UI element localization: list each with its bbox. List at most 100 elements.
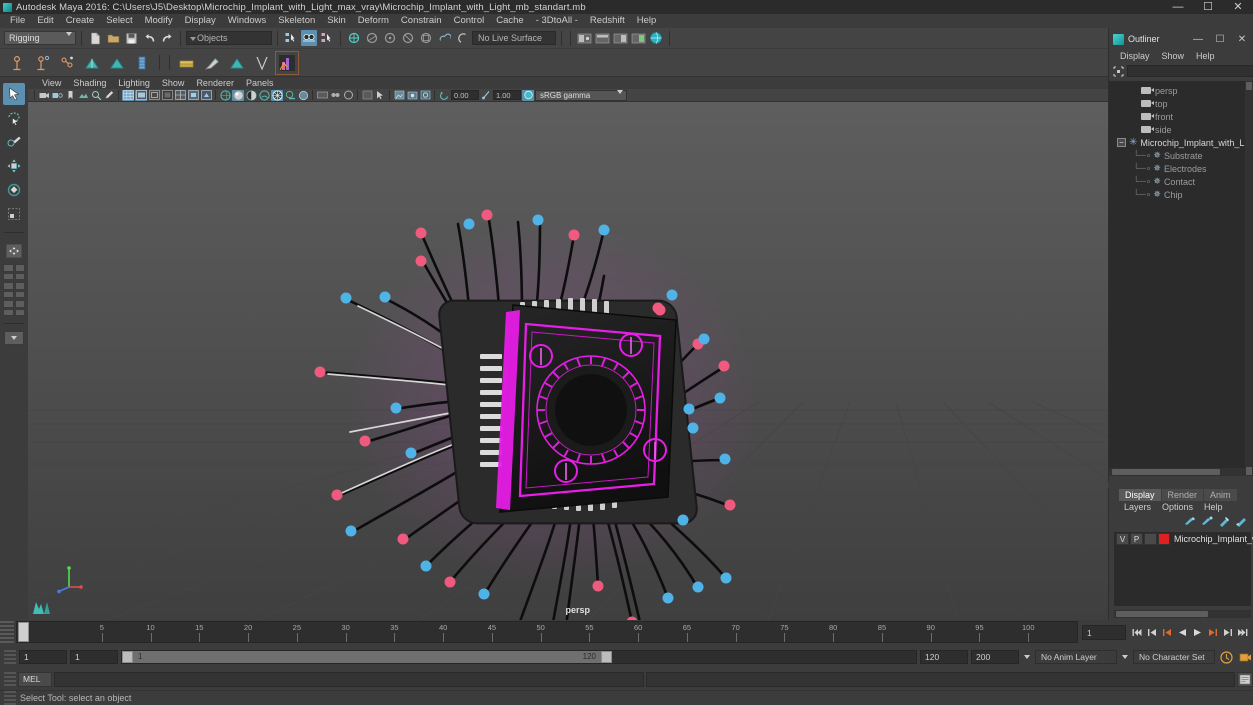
minimize-button[interactable]: — bbox=[1163, 0, 1193, 14]
script-editor-button[interactable] bbox=[1237, 671, 1253, 687]
menu-3dtoall[interactable]: - 3DtoAll - bbox=[530, 14, 584, 28]
outliner-item-side[interactable]: side bbox=[1109, 123, 1246, 136]
menu-modify[interactable]: Modify bbox=[139, 14, 179, 28]
menu-skin[interactable]: Skin bbox=[321, 14, 351, 28]
command-language-selector[interactable]: MEL bbox=[18, 671, 52, 687]
select-by-component-type-icon[interactable] bbox=[319, 30, 335, 46]
outliner-menu-show[interactable]: Show bbox=[1157, 50, 1190, 63]
range-slider-bar[interactable]: 1 120 bbox=[121, 650, 917, 664]
menu-deform[interactable]: Deform bbox=[352, 14, 395, 28]
viewport-menu-lighting[interactable]: Lighting bbox=[112, 77, 156, 89]
two-d-pan-zoom-icon[interactable] bbox=[90, 90, 102, 101]
panel-divider-icon[interactable] bbox=[361, 90, 373, 101]
outliner-filter-icon[interactable] bbox=[1112, 65, 1124, 77]
tab-render[interactable]: Render bbox=[1161, 489, 1204, 501]
playback-start-time-field[interactable]: 1 bbox=[70, 650, 118, 664]
last-tool-used-icon[interactable] bbox=[3, 240, 25, 262]
screen-space-ao-icon[interactable] bbox=[297, 90, 309, 101]
move-layer-up-icon[interactable] bbox=[1218, 516, 1230, 527]
outliner-item-substrate[interactable]: └─∘ ✵ Substrate bbox=[1109, 149, 1246, 162]
layout-quad-buttons[interactable] bbox=[3, 264, 25, 280]
toggle-resolution-gate-icon[interactable] bbox=[148, 90, 160, 101]
toggle-grid-icon[interactable] bbox=[122, 89, 134, 101]
outliner-item-top[interactable]: top bbox=[1109, 97, 1246, 110]
redo-icon[interactable] bbox=[159, 30, 175, 46]
image-based-lighting-icon[interactable] bbox=[393, 90, 405, 101]
outliner-maximize-button[interactable]: ☐ bbox=[1209, 29, 1231, 49]
scroll-down-arrow[interactable] bbox=[1246, 467, 1252, 475]
magnet-snap-icon[interactable] bbox=[454, 30, 470, 46]
viewport-menu-panels[interactable]: Panels bbox=[240, 77, 280, 89]
time-slider-grip[interactable] bbox=[0, 621, 14, 643]
layer-list[interactable]: V P Microchip_Implant_wit bbox=[1114, 532, 1253, 606]
outliner-item-front[interactable]: front bbox=[1109, 110, 1246, 123]
layout-preset-node-editor[interactable] bbox=[14, 300, 25, 308]
snap-to-curve-icon[interactable] bbox=[364, 30, 380, 46]
viewport-menu-view[interactable]: View bbox=[36, 77, 67, 89]
viewport-menu-show[interactable]: Show bbox=[156, 77, 191, 89]
outliner-menu-display[interactable]: Display bbox=[1115, 50, 1155, 63]
shadows-icon[interactable] bbox=[284, 90, 296, 101]
selection-mode-field[interactable]: Objects bbox=[186, 31, 272, 45]
viewport-snapshot-icon[interactable] bbox=[406, 90, 418, 101]
layout-preset-hypershade[interactable] bbox=[3, 290, 14, 298]
outliner-item-contact[interactable]: └─∘ ✵ Contact bbox=[1109, 175, 1246, 188]
layout-single-pane-button[interactable] bbox=[3, 264, 14, 272]
outliner-item-electrodes[interactable]: └─∘ ✵ Electrodes bbox=[1109, 162, 1246, 175]
layer-playback-toggle[interactable]: P bbox=[1130, 533, 1143, 545]
layout-two-pane-button[interactable] bbox=[14, 264, 25, 272]
layout-four-pane-button[interactable] bbox=[3, 272, 14, 280]
blend-shape-icon[interactable] bbox=[176, 52, 198, 74]
new-scene-icon[interactable] bbox=[87, 30, 103, 46]
undo-icon[interactable] bbox=[141, 30, 157, 46]
step-forward-key-icon[interactable] bbox=[1221, 625, 1234, 639]
current-frame-field[interactable]: 1 bbox=[1082, 624, 1126, 640]
image-plane-icon[interactable] bbox=[77, 90, 89, 101]
outliner-menu-help[interactable]: Help bbox=[1191, 50, 1220, 63]
scale-tool-icon[interactable] bbox=[3, 203, 25, 225]
step-back-frame-icon[interactable] bbox=[1161, 625, 1174, 639]
rigid-bind-icon[interactable] bbox=[106, 52, 128, 74]
use-all-lights-icon[interactable] bbox=[271, 89, 283, 101]
help-line-grip[interactable] bbox=[4, 691, 16, 705]
layout-preset-relationship-editor[interactable] bbox=[3, 308, 14, 316]
move-tool-icon[interactable] bbox=[3, 155, 25, 177]
lasso-tool-icon[interactable] bbox=[3, 107, 25, 129]
select-by-hierarchy-icon[interactable] bbox=[283, 30, 299, 46]
bookmark-icon[interactable] bbox=[64, 90, 76, 101]
snap-to-projected-center-icon[interactable] bbox=[400, 30, 416, 46]
chevron-down-icon[interactable] bbox=[1022, 650, 1032, 664]
camera-attributes-icon[interactable] bbox=[51, 90, 63, 101]
maximize-button[interactable]: ☐ bbox=[1193, 0, 1223, 14]
workspace-dropdown-button[interactable] bbox=[4, 331, 24, 345]
layout-preset-uv-editor[interactable] bbox=[14, 290, 25, 298]
character-set-field[interactable]: No Character Set bbox=[1133, 650, 1215, 664]
color-management-toggle-icon[interactable] bbox=[522, 89, 534, 101]
step-forward-frame-icon[interactable] bbox=[1206, 625, 1219, 639]
create-layer-from-selected-icon[interactable] bbox=[1201, 516, 1213, 527]
viewport-render-icon[interactable] bbox=[419, 90, 431, 101]
range-slider-grip[interactable] bbox=[4, 650, 16, 664]
time-slider-playhead[interactable]: 1 bbox=[18, 622, 35, 642]
menu-redshift[interactable]: Redshift bbox=[584, 14, 631, 28]
layer-state-toggle[interactable] bbox=[1144, 533, 1157, 545]
menu-skeleton[interactable]: Skeleton bbox=[272, 14, 321, 28]
scrollbar-thumb[interactable] bbox=[1112, 469, 1220, 475]
make-live-icon[interactable] bbox=[436, 30, 452, 46]
layout-preset-buttons-2[interactable] bbox=[3, 282, 25, 298]
menu-select[interactable]: Select bbox=[100, 14, 138, 28]
outliner-minimize-button[interactable]: — bbox=[1187, 29, 1209, 49]
move-layer-down-icon[interactable] bbox=[1235, 516, 1247, 527]
layout-preset-buttons-3[interactable] bbox=[3, 300, 25, 316]
smooth-bind-icon[interactable] bbox=[81, 52, 103, 74]
snap-to-view-plane-icon[interactable] bbox=[418, 30, 434, 46]
paint-weights-grid-icon[interactable] bbox=[131, 52, 153, 74]
menu-windows[interactable]: Windows bbox=[222, 14, 273, 28]
tab-display[interactable]: Display bbox=[1119, 489, 1161, 501]
playback-end-time-field[interactable]: 120 bbox=[920, 650, 968, 664]
close-button[interactable]: ✕ bbox=[1223, 0, 1253, 14]
redshift-render-icon[interactable] bbox=[275, 50, 299, 75]
layer-color-swatch[interactable] bbox=[1158, 533, 1170, 545]
snap-to-point-icon[interactable] bbox=[382, 30, 398, 46]
layout-preset-persp-outliner[interactable] bbox=[3, 282, 14, 290]
